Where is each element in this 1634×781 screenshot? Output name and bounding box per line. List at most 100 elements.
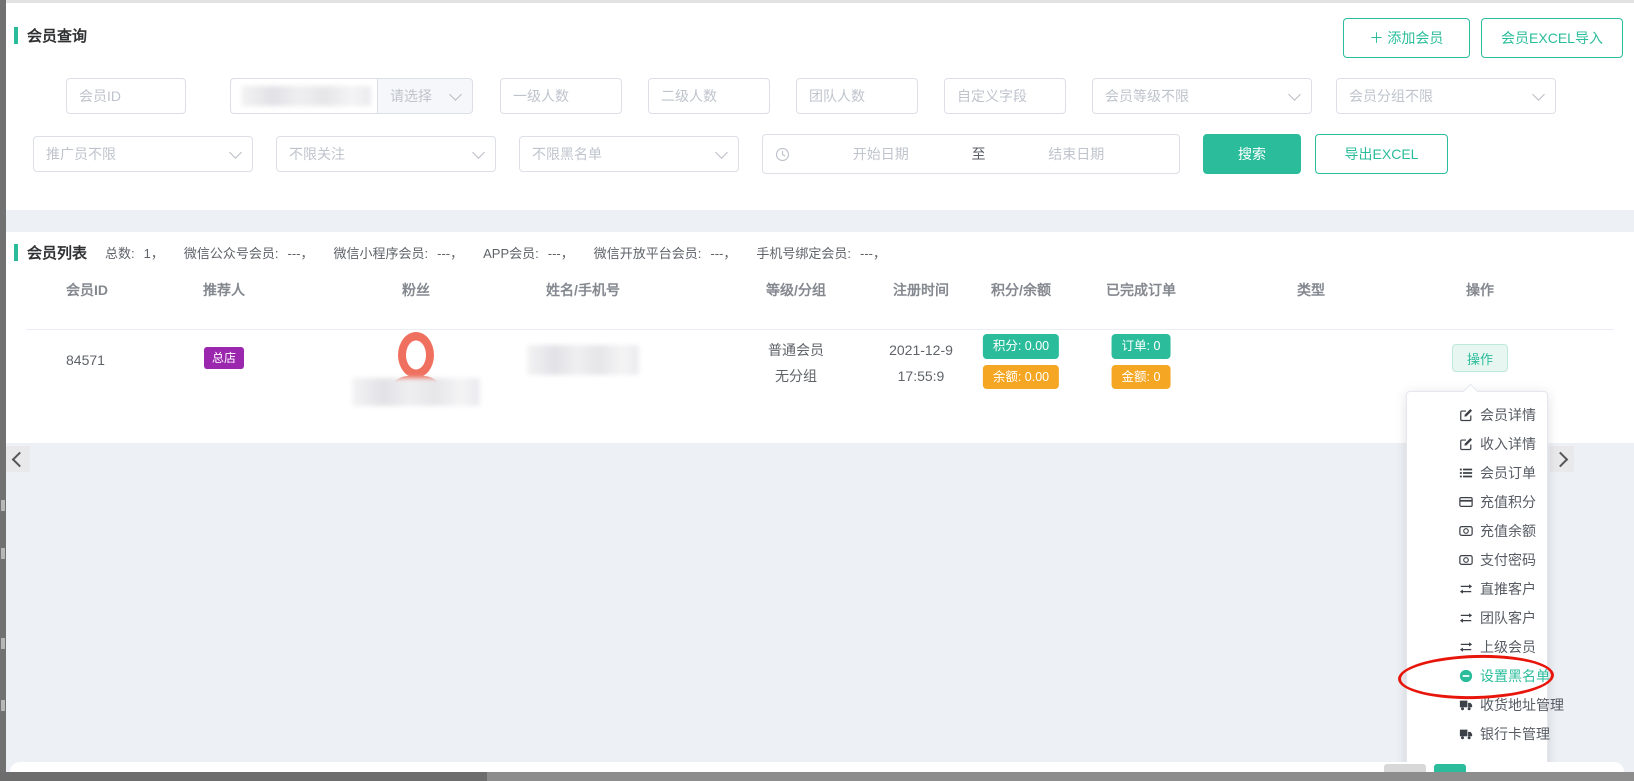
orders-cell: 订单: 0 金额: 0 (1112, 334, 1171, 389)
menu-item-income-detail[interactable]: 收入详情 (1447, 429, 1547, 458)
member-group-value: 会员分组不限 (1349, 86, 1433, 106)
member-list-panel: 会员列表 总数:1， 微信公众号会员:---， 微信小程序会员:---， APP… (6, 232, 1634, 443)
stat-wechat-miniprogram: 微信小程序会员:---， (334, 243, 464, 262)
scroll-right-button[interactable] (1550, 446, 1574, 472)
team-count-input[interactable] (796, 78, 918, 114)
follow-select[interactable]: 不限关注 (276, 136, 496, 172)
chevron-down-icon (1532, 88, 1545, 101)
member-group: 无分组 (768, 363, 824, 389)
level1-count-input[interactable] (500, 78, 622, 114)
redacted-fan-name (352, 378, 480, 406)
list-panel-title: 会员列表 总数:1， 微信公众号会员:---， 微信小程序会员:---， APP… (14, 242, 906, 263)
fan-avatar (384, 332, 448, 410)
menu-item-set-blacklist[interactable]: 设置黑名单 (1447, 661, 1547, 690)
col-completed-orders: 已完成订单 (1106, 280, 1176, 300)
truck-icon (1459, 727, 1473, 741)
query-panel-title: 会员查询 (14, 25, 87, 46)
amount-badge: 金额: 0 (1112, 365, 1171, 390)
row-action-button[interactable]: 操作 (1452, 344, 1508, 372)
menu-item-shipping-address[interactable]: 收货地址管理 (1447, 690, 1547, 719)
pagination-button[interactable] (1384, 764, 1426, 772)
referrer-badge: 总店 (204, 347, 244, 369)
points-balance-cell: 积分: 0.00 余额: 0.00 (983, 334, 1059, 389)
menu-item-member-orders[interactable]: 会员订单 (1447, 458, 1547, 487)
register-date: 2021-12-9 (889, 337, 953, 363)
coin-icon (1459, 553, 1473, 567)
member-query-panel: 会员查询 ＋ 添加会员 会员EXCEL导入 请选择 会员等级不限 (6, 3, 1634, 210)
col-points-balance: 积分/余额 (991, 280, 1051, 300)
col-type: 类型 (1297, 280, 1325, 300)
truck-icon (1459, 698, 1473, 712)
scroll-left-button[interactable] (6, 446, 30, 472)
add-member-button[interactable]: ＋ 添加会员 (1343, 18, 1470, 58)
level-group-cell: 普通会员 无分组 (768, 337, 824, 389)
date-separator: 至 (972, 144, 986, 164)
row-divider (26, 329, 1614, 330)
avatar-head-icon (398, 332, 434, 378)
chevron-down-icon (449, 88, 462, 101)
menu-item-direct-customers[interactable]: 直推客户 (1447, 574, 1547, 603)
menu-item-upper-member[interactable]: 上级会员 (1447, 632, 1547, 661)
register-time: 17:55:9 (889, 363, 953, 389)
title-accent-bar (14, 27, 18, 44)
col-member-id: 会员ID (66, 280, 108, 300)
chevron-left-icon (12, 451, 28, 467)
col-name-phone: 姓名/手机号 (546, 280, 620, 300)
col-fans: 粉丝 (402, 280, 430, 300)
stat-total: 总数:1， (105, 243, 164, 262)
level2-count-input[interactable] (648, 78, 770, 114)
minus-circle-icon (1459, 669, 1473, 683)
next-panel-edge (10, 762, 1624, 772)
list-title: 会员列表 (27, 242, 87, 263)
promoter-select[interactable]: 推广员不限 (33, 136, 253, 172)
start-date-input[interactable]: 开始日期 (790, 144, 972, 164)
register-time-cell: 2021-12-9 17:55:9 (889, 337, 953, 389)
swap-icon (1459, 582, 1473, 596)
pagination-active-button[interactable] (1434, 764, 1466, 772)
coin-icon (1459, 524, 1473, 538)
blacklist-value: 不限黑名单 (532, 144, 602, 164)
member-id-input[interactable] (66, 78, 186, 114)
menu-item-team-customers[interactable]: 团队客户 (1447, 603, 1547, 632)
stat-phone-bound: 手机号绑定会员:---， (756, 243, 886, 262)
chevron-down-icon (229, 146, 242, 159)
scrollbar-thumb[interactable] (0, 772, 487, 781)
balance-badge: 余额: 0.00 (983, 365, 1059, 390)
col-level-group: 等级/分组 (766, 280, 826, 300)
clock-icon (775, 147, 790, 162)
member-level-value: 会员等级不限 (1105, 86, 1189, 106)
follow-value: 不限关注 (289, 144, 345, 164)
member-excel-import-button[interactable]: 会员EXCEL导入 (1481, 18, 1623, 58)
menu-item-payment-password[interactable]: 支付密码 (1447, 545, 1547, 574)
blacklist-select[interactable]: 不限黑名单 (519, 136, 739, 172)
swap-icon (1459, 640, 1473, 654)
end-date-input[interactable]: 结束日期 (986, 144, 1168, 164)
horizontal-scrollbar[interactable] (0, 772, 1634, 781)
member-group-select[interactable]: 会员分组不限 (1336, 78, 1556, 114)
points-badge: 积分: 0.00 (983, 334, 1059, 359)
menu-item-recharge-points[interactable]: 充值积分 (1447, 487, 1547, 516)
card-icon (1459, 495, 1473, 509)
export-excel-button[interactable]: 导出EXCEL (1315, 134, 1448, 174)
chevron-down-icon (472, 146, 485, 159)
menu-item-recharge-balance[interactable]: 充值余额 (1447, 516, 1547, 545)
member-id-value: 84571 (66, 352, 105, 368)
member-keyword-input[interactable] (230, 78, 377, 114)
stat-app: APP会员:---， (483, 243, 574, 262)
search-type-select[interactable]: 请选择 (377, 78, 473, 114)
menu-item-member-detail[interactable]: 会员详情 (1447, 400, 1547, 429)
date-range-picker[interactable]: 开始日期 至 结束日期 (762, 134, 1180, 174)
menu-item-bank-card[interactable]: 银行卡管理 (1447, 719, 1547, 748)
custom-field-input[interactable] (944, 78, 1066, 114)
orders-badge: 订单: 0 (1112, 334, 1171, 359)
member-level: 普通会员 (768, 337, 824, 363)
member-level-select[interactable]: 会员等级不限 (1092, 78, 1312, 114)
search-type-value: 请选择 (390, 86, 432, 106)
col-actions: 操作 (1466, 280, 1494, 300)
page-title: 会员查询 (27, 25, 87, 46)
clipped-left-edge (0, 0, 6, 781)
col-register-time: 注册时间 (893, 280, 949, 300)
search-button[interactable]: 搜索 (1203, 134, 1301, 174)
swap-icon (1459, 611, 1473, 625)
col-referrer: 推荐人 (203, 280, 245, 300)
